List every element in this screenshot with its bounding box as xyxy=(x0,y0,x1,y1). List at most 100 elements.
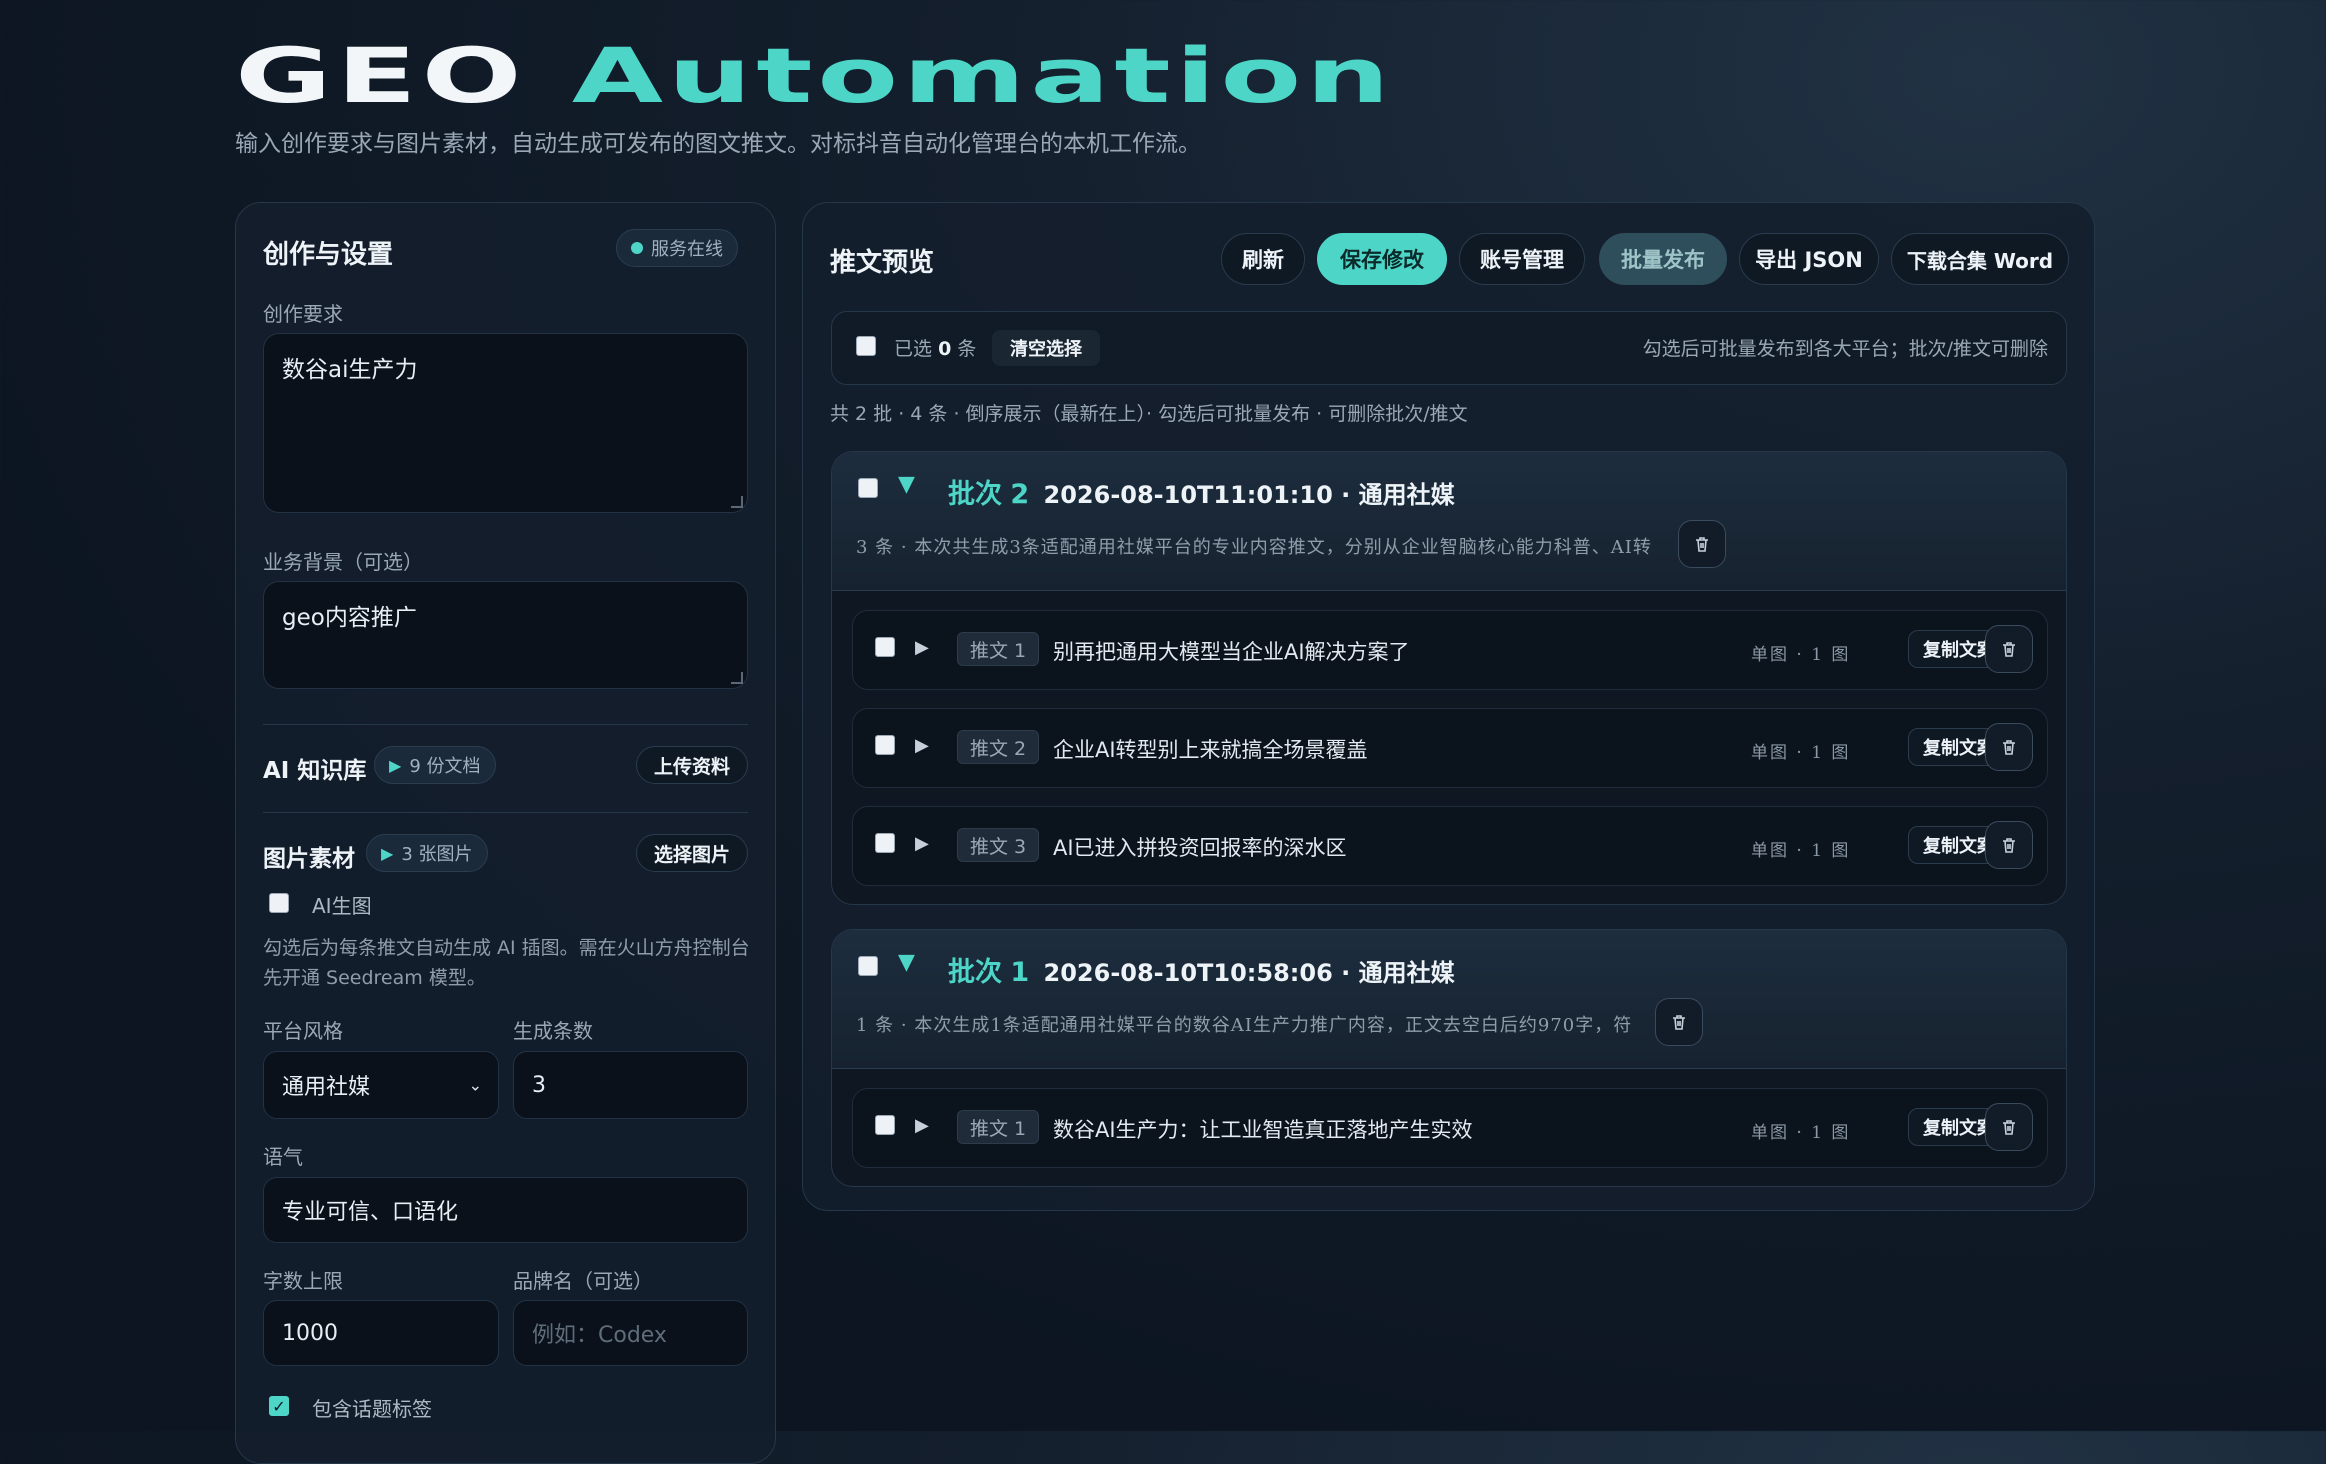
select-image-button[interactable]: 选择图片 xyxy=(636,834,748,872)
tweet-checkbox[interactable] xyxy=(875,637,895,657)
expand-icon[interactable]: ▶ xyxy=(915,1115,929,1136)
settings-panel: 创作与设置 服务在线 创作要求 数谷ai生产力 业务背景（可选） geo内容推广… xyxy=(235,202,776,1464)
ai-image-checkbox[interactable] xyxy=(269,893,289,913)
batch-checkbox[interactable] xyxy=(858,956,878,976)
image-count[interactable]: ▶ 3 张图片 xyxy=(366,834,488,872)
batch-publish-button[interactable]: 批量发布 xyxy=(1599,233,1727,285)
tweet-row: ▶ 推文 1 别再把通用大模型当企业AI解决方案了 单图 · 1 图 复制文案 xyxy=(852,610,2048,690)
tweet-tag: 推文 3 xyxy=(957,828,1040,862)
tweet-title: AI已进入拼投资回报率的深水区 xyxy=(1053,836,1347,860)
delete-tweet-button[interactable] xyxy=(1985,723,2033,771)
word-limit-input[interactable]: 1000 xyxy=(263,1300,499,1366)
batch-card: ▼ 批次 2 2026-08-10T11:01:10 · 通用社媒 3 条 · … xyxy=(831,451,2067,905)
refresh-button[interactable]: 刷新 xyxy=(1221,233,1305,285)
play-icon: ▶ xyxy=(381,843,394,863)
tone-input[interactable]: 专业可信、口语化 xyxy=(263,1177,748,1243)
status-dot-icon xyxy=(631,242,643,254)
hashtag-label: 包含话题标签 xyxy=(312,1397,432,1421)
trash-icon xyxy=(1696,537,1708,552)
tweet-row: ▶ 推文 1 数谷AI生产力：让工业智造真正落地产生实效 单图 · 1 图 复制… xyxy=(852,1088,2048,1168)
generate-count-input[interactable]: 3 xyxy=(513,1051,748,1119)
knowledge-base-title: AI 知识库 xyxy=(263,758,367,784)
tweet-checkbox[interactable] xyxy=(875,833,895,853)
preview-panel: 推文预览 刷新 保存修改 账号管理 批量发布 导出 JSON 下载合集 Word… xyxy=(802,202,2095,1211)
batch-header: ▼ 批次 1 2026-08-10T10:58:06 · 通用社媒 1 条 · … xyxy=(832,930,2066,1069)
batch-checkbox[interactable] xyxy=(858,478,878,498)
title-automation: Automation xyxy=(571,31,1395,120)
preview-title: 推文预览 xyxy=(830,248,935,278)
collapse-icon[interactable]: ▼ xyxy=(898,950,915,975)
background-label: 业务背景（可选） xyxy=(263,550,423,574)
kb-doc-count[interactable]: ▶ 9 份文档 xyxy=(374,746,496,784)
image-material-title: 图片素材 xyxy=(263,846,355,872)
select-all-checkbox[interactable] xyxy=(856,336,876,356)
upload-material-button[interactable]: 上传资料 xyxy=(636,746,748,784)
title-geo: GEO xyxy=(235,31,527,120)
tweet-meta: 单图 · 1 图 xyxy=(1751,1123,1851,1143)
delete-tweet-button[interactable] xyxy=(1985,1103,2033,1151)
service-status-badge: 服务在线 xyxy=(616,229,738,267)
tweet-meta: 单图 · 1 图 xyxy=(1751,743,1851,763)
chevron-down-icon: ⌄ xyxy=(468,1075,482,1095)
delete-batch-button[interactable] xyxy=(1655,998,1703,1046)
tweet-title: 数谷AI生产力：让工业智造真正落地产生实效 xyxy=(1053,1118,1473,1142)
brand-input[interactable]: 例如：Codex xyxy=(513,1300,748,1366)
batch-card: ▼ 批次 1 2026-08-10T10:58:06 · 通用社媒 1 条 · … xyxy=(831,929,2067,1187)
trash-icon xyxy=(1673,1015,1685,1030)
batch-description: 1 条 · 本次生成1条适配通用社媒平台的数谷AI生产力推广内容，正文去空白后约… xyxy=(856,1015,1633,1036)
app-title: GEO Automation xyxy=(235,36,1394,116)
selection-bar: 已选 0 条 清空选择 勾选后可批量发布到各大平台；批次/推文可删除 xyxy=(831,311,2067,385)
clear-selection-button[interactable]: 清空选择 xyxy=(992,330,1100,366)
tweet-tag: 推文 2 xyxy=(957,730,1040,764)
tweet-meta: 单图 · 1 图 xyxy=(1751,645,1851,665)
trash-icon xyxy=(2003,642,2015,657)
style-label: 平台风格 xyxy=(263,1019,343,1043)
resize-handle-icon[interactable] xyxy=(731,672,743,684)
tweet-checkbox[interactable] xyxy=(875,735,895,755)
requirement-label: 创作要求 xyxy=(263,302,343,326)
account-management-button[interactable]: 账号管理 xyxy=(1459,233,1585,285)
page-header: GEO Automation 输入创作要求与图片素材，自动生成可发布的图文推文。… xyxy=(235,36,1390,158)
count-label: 生成条数 xyxy=(513,1019,593,1043)
batch-header: ▼ 批次 2 2026-08-10T11:01:10 · 通用社媒 3 条 · … xyxy=(832,452,2066,591)
tweet-title: 企业AI转型别上来就搞全场景覆盖 xyxy=(1053,738,1368,762)
delete-batch-button[interactable] xyxy=(1678,520,1726,568)
ai-image-hint: 勾选后为每条推文自动生成 AI 插图。需在火山方舟控制台先开通 Seedream… xyxy=(263,937,750,989)
expand-icon[interactable]: ▶ xyxy=(915,637,929,658)
tone-label: 语气 xyxy=(263,1145,303,1169)
tweet-tag: 推文 1 xyxy=(957,632,1040,666)
play-icon: ▶ xyxy=(389,755,402,775)
expand-icon[interactable]: ▶ xyxy=(915,833,929,854)
tweet-checkbox[interactable] xyxy=(875,1115,895,1135)
save-changes-button[interactable]: 保存修改 xyxy=(1317,233,1447,285)
batch-title: 批次 1 2026-08-10T10:58:06 · 通用社媒 xyxy=(948,957,1455,988)
resize-handle-icon[interactable] xyxy=(731,496,743,508)
requirement-textarea[interactable]: 数谷ai生产力 xyxy=(263,333,748,513)
ai-image-label: AI生图 xyxy=(312,894,372,918)
tweet-title: 别再把通用大模型当企业AI解决方案了 xyxy=(1053,640,1410,664)
tweet-row: ▶ 推文 2 企业AI转型别上来就搞全场景覆盖 单图 · 1 图 复制文案 xyxy=(852,708,2048,788)
batch-description: 3 条 · 本次共生成3条适配通用社媒平台的专业内容推文，分别从企业智脑核心能力… xyxy=(856,537,1652,558)
divider xyxy=(263,724,748,725)
hashtag-checkbox[interactable]: ✓ xyxy=(269,1396,289,1416)
word-limit-label: 字数上限 xyxy=(263,1269,343,1293)
delete-tweet-button[interactable] xyxy=(1985,821,2033,869)
delete-tweet-button[interactable] xyxy=(1985,625,2033,673)
tweet-tag: 推文 1 xyxy=(957,1110,1040,1144)
summary-text: 共 2 批 · 4 条 · 倒序展示（最新在上）· 勾选后可批量发布 · 可删除… xyxy=(830,403,1468,425)
download-word-button[interactable]: 下载合集 Word xyxy=(1891,233,2069,285)
trash-icon xyxy=(2003,1120,2015,1135)
trash-icon xyxy=(2003,740,2015,755)
platform-style-select[interactable]: 通用社媒 ⌄ xyxy=(263,1051,499,1119)
expand-icon[interactable]: ▶ xyxy=(915,735,929,756)
divider xyxy=(263,812,748,813)
export-json-button[interactable]: 导出 JSON xyxy=(1739,233,1879,285)
app-subtitle: 输入创作要求与图片素材，自动生成可发布的图文推文。对标抖音自动化管理台的本机工作… xyxy=(235,131,1201,157)
tweet-meta: 单图 · 1 图 xyxy=(1751,841,1851,861)
selected-count: 已选 0 条 xyxy=(894,338,977,360)
background-textarea[interactable]: geo内容推广 xyxy=(263,581,748,689)
collapse-icon[interactable]: ▼ xyxy=(898,472,915,497)
selection-hint: 勾选后可批量发布到各大平台；批次/推文可删除 xyxy=(1642,338,2048,360)
tweet-row: ▶ 推文 3 AI已进入拼投资回报率的深水区 单图 · 1 图 复制文案 xyxy=(852,806,2048,886)
trash-icon xyxy=(2003,838,2015,853)
